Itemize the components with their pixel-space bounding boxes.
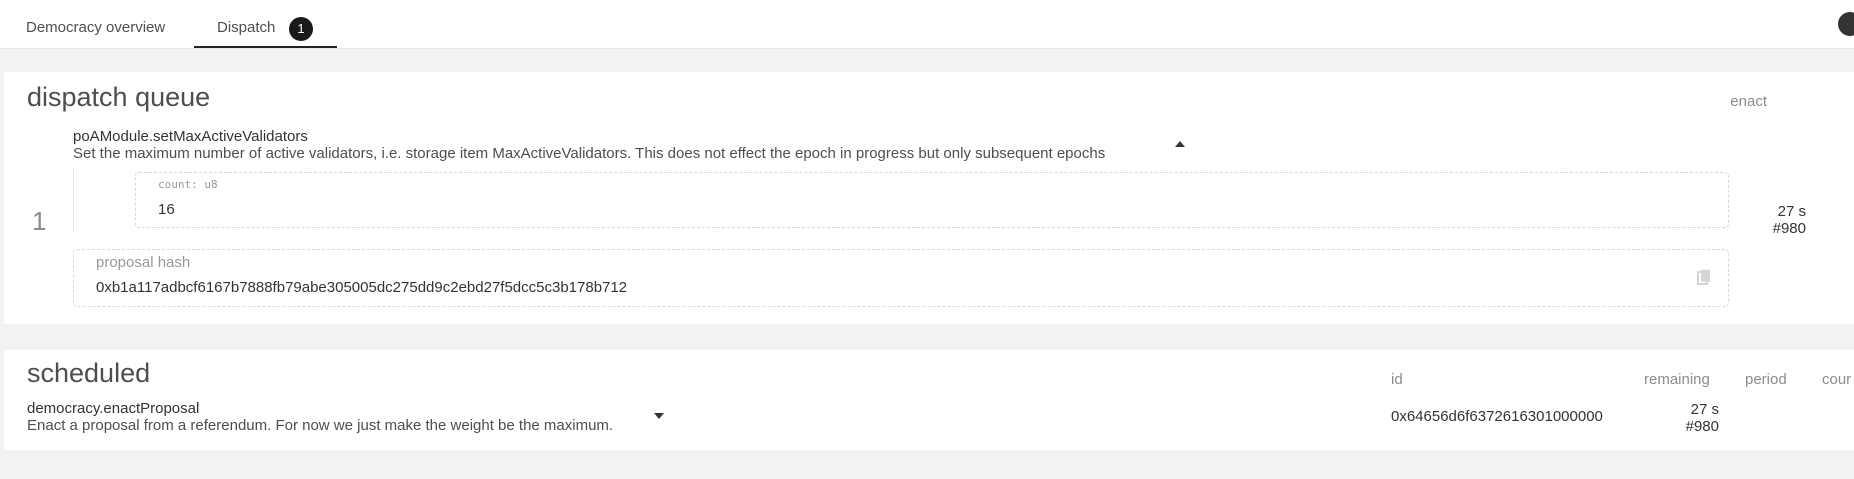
column-header-count: cour bbox=[1822, 371, 1852, 388]
queue-item-index: 1 bbox=[32, 206, 47, 236]
proposal-hash-value: 0xb1a117adbcf6167b7888fb79abe305005dc275… bbox=[96, 279, 628, 296]
enact-block: #980 bbox=[1772, 220, 1806, 237]
scheduled-item-method: democracy.enactProposal bbox=[27, 400, 200, 417]
dispatch-queue-title: dispatch queue bbox=[27, 82, 211, 112]
proposal-hash-label: proposal hash bbox=[96, 254, 191, 271]
account-avatar[interactable] bbox=[1838, 12, 1854, 36]
param-count-label: count: u8 bbox=[158, 178, 218, 191]
tab-democracy-overview[interactable]: Democracy overview bbox=[26, 0, 165, 48]
column-header-period: period bbox=[1745, 371, 1787, 388]
scheduled-item-id: 0x64656d6f6372616301000000 bbox=[1391, 408, 1603, 425]
queue-item-description: Set the maximum number of active validat… bbox=[73, 145, 1106, 162]
scheduled-card: scheduled id remaining period cour democ… bbox=[4, 350, 1854, 450]
top-tab-bar: Democracy overview Dispatch 1 bbox=[0, 0, 1854, 49]
column-header-remaining: remaining bbox=[1644, 371, 1710, 388]
tab-dispatch[interactable]: Dispatch 1 bbox=[194, 0, 337, 48]
scheduled-remaining-block: #980 bbox=[1685, 418, 1719, 435]
scheduled-remaining-time: 27 s bbox=[1690, 401, 1719, 418]
queue-item-method: poAModule.setMaxActiveValidators bbox=[73, 128, 308, 145]
enact-time: 27 s bbox=[1777, 203, 1806, 220]
column-header-enact: enact bbox=[1730, 93, 1767, 110]
collapse-details-icon[interactable] bbox=[1175, 141, 1185, 147]
param-count-field: count: u8 16 bbox=[135, 172, 1729, 228]
scheduled-title: scheduled bbox=[27, 358, 151, 388]
copy-icon[interactable] bbox=[1697, 269, 1711, 285]
scheduled-item-description: Enact a proposal from a referendum. For … bbox=[27, 417, 614, 434]
column-header-id: id bbox=[1391, 371, 1403, 388]
dispatch-queue-card: dispatch queue enact 1 poAModule.setMaxA… bbox=[4, 72, 1854, 324]
params-divider bbox=[73, 168, 74, 232]
expand-details-icon[interactable] bbox=[654, 413, 664, 419]
param-count-value: 16 bbox=[158, 201, 175, 218]
tab-dispatch-count-badge: 1 bbox=[289, 17, 313, 41]
proposal-hash-field: proposal hash 0xb1a117adbcf6167b7888fb79… bbox=[73, 249, 1729, 307]
active-tab-indicator bbox=[194, 46, 337, 48]
